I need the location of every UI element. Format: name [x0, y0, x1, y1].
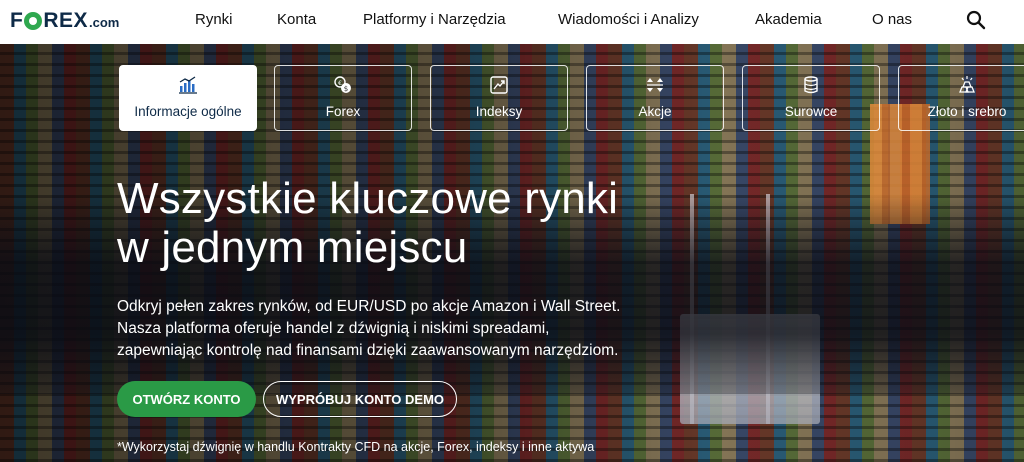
tab-informacje-ogolne[interactable]: Informacje ogólne: [119, 65, 257, 131]
nav-item-platformy[interactable]: Platformy i Narzędzia: [363, 11, 506, 28]
tab-label: Forex: [325, 104, 361, 119]
open-account-button[interactable]: OTWÓRZ KONTO: [117, 381, 256, 417]
market-category-tabs: Informacje ogólne $ € Forex Indeksy Akcj…: [0, 65, 1024, 131]
tab-zloto-i-srebro[interactable]: Złoto i srebro: [898, 65, 1024, 131]
tab-surowce[interactable]: Surowce: [742, 65, 880, 131]
nav-item-o-nas[interactable]: O nas: [872, 11, 912, 28]
logo-letter-f: F: [10, 9, 24, 32]
tab-label: Surowce: [784, 104, 838, 119]
tab-label: Akcje: [638, 104, 672, 119]
description-line-2: Nasza platforma oferuje handel z dźwigni…: [117, 320, 550, 337]
headline-line-2: w jednym miejscu: [117, 223, 468, 272]
svg-text:$: $: [344, 85, 348, 93]
tab-forex[interactable]: $ € Forex: [274, 65, 412, 131]
tab-label: Indeksy: [475, 104, 523, 119]
try-demo-account-button[interactable]: WYPRÓBUJ KONTO DEMO: [263, 381, 457, 417]
chart-icon: [179, 76, 197, 94]
hero-headline: Wszystkie kluczowe rynki w jednym miejsc…: [117, 174, 618, 272]
tab-indeksy[interactable]: Indeksy: [430, 65, 568, 131]
trend-up-icon: [490, 76, 508, 94]
currency-exchange-icon: $ €: [334, 76, 351, 93]
description-line-3: zapewniając kontrolę nad finansami dzięk…: [117, 342, 619, 359]
logo-o-icon: [24, 12, 43, 30]
nav-item-konta[interactable]: Konta: [277, 11, 316, 28]
top-header: F REX .com Rynki Konta Platformy i Narzęd…: [0, 0, 1024, 44]
nav-item-akademia[interactable]: Akademia: [755, 11, 822, 28]
logo-wordmark: F REX: [10, 9, 88, 33]
logo-letters-rex: REX: [43, 9, 89, 32]
barrel-icon: [804, 76, 818, 94]
headline-line-1: Wszystkie kluczowe rynki: [117, 174, 619, 223]
leverage-footnote: *Wykorzystaj dźwignię w handlu Kontrakty…: [117, 440, 595, 454]
nav-item-wiadomosci[interactable]: Wiadomości i Analizy: [558, 11, 699, 28]
tab-label: Informacje ogólne: [134, 104, 242, 119]
arrows-updown-icon: [647, 78, 663, 92]
forex-logo[interactable]: F REX .com: [10, 9, 119, 33]
svg-text:€: €: [338, 80, 342, 87]
tab-akcje[interactable]: Akcje: [586, 65, 724, 131]
hero-section: Informacje ogólne $ € Forex Indeksy Akcj…: [0, 44, 1024, 462]
search-icon[interactable]: [966, 10, 986, 30]
description-line-1: Odkryj pełen zakres rynków, od EUR/USD p…: [117, 298, 621, 315]
logo-domain-suffix: .com: [89, 15, 120, 30]
tab-label: Złoto i srebro: [927, 104, 1007, 119]
gold-bars-icon: [959, 76, 975, 93]
hero-description: Odkryj pełen zakres rynków, od EUR/USD p…: [117, 296, 620, 362]
nav-item-rynki[interactable]: Rynki: [195, 11, 233, 28]
